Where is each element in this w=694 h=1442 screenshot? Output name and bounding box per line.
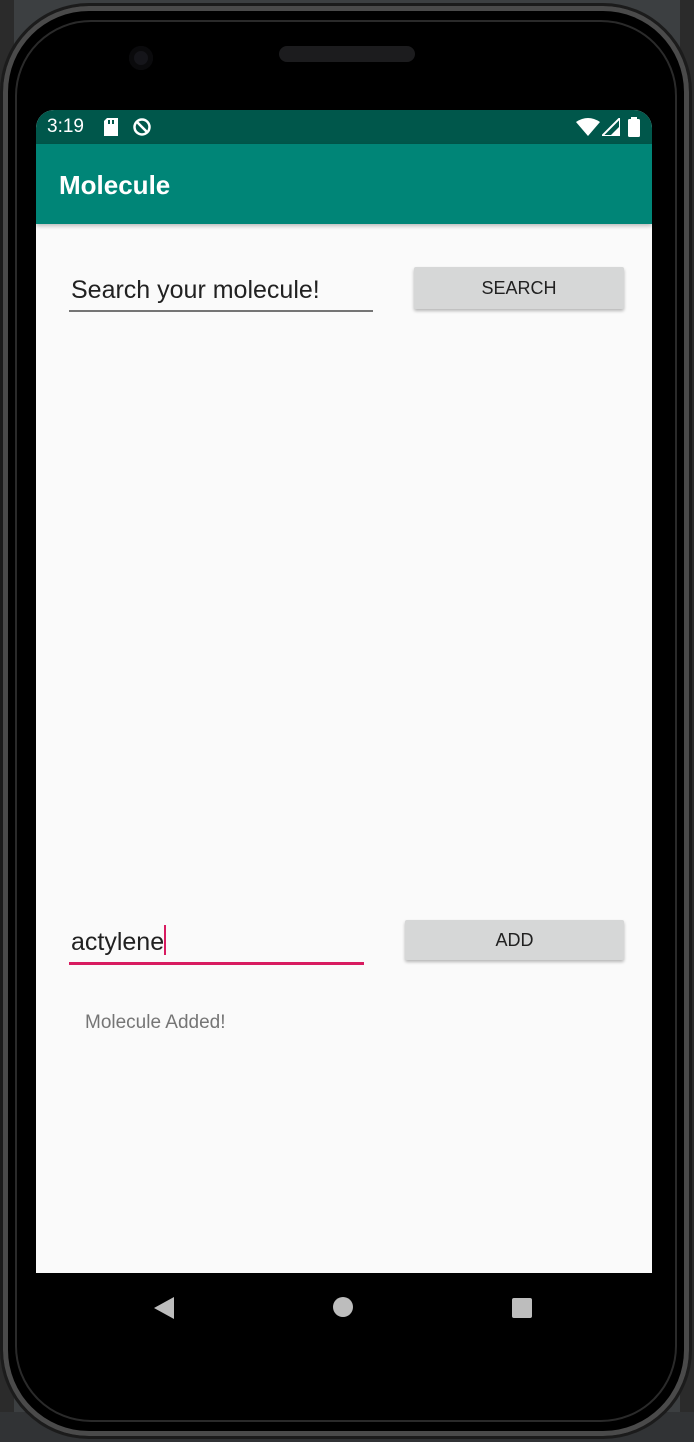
status-time: 3:19: [47, 116, 84, 137]
app-bar: Molecule: [36, 144, 652, 224]
add-molecule-input[interactable]: [69, 922, 364, 965]
text-cursor: [164, 925, 166, 955]
app-screen: 3:19 Molecule SEARCH ADD Molecule Added!: [36, 110, 652, 1340]
sd-card-icon: [104, 118, 118, 136]
battery-icon: [628, 117, 640, 137]
sync-icon: [133, 118, 151, 136]
wifi-icon: [576, 118, 600, 136]
navigation-bar: [36, 1273, 652, 1341]
status-message: Molecule Added!: [85, 1012, 226, 1033]
search-button[interactable]: SEARCH: [414, 267, 624, 309]
home-icon[interactable]: [333, 1297, 353, 1317]
back-icon[interactable]: [154, 1297, 174, 1319]
front-camera: [129, 46, 153, 70]
status-bar: 3:19: [36, 110, 652, 144]
add-button[interactable]: ADD: [405, 920, 624, 960]
app-title: Molecule: [59, 170, 171, 200]
search-input[interactable]: [69, 270, 373, 312]
earpiece-speaker: [279, 46, 415, 62]
recents-icon[interactable]: [512, 1298, 532, 1318]
signal-icon: [602, 118, 620, 136]
